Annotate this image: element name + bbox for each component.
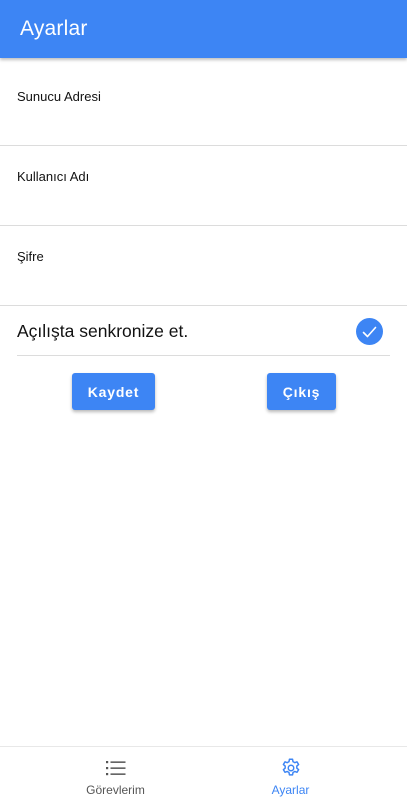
nav-label-settings: Ayarlar (271, 783, 310, 797)
page-title: Ayarlar (20, 17, 88, 40)
exit-button[interactable]: Çıkış (267, 373, 336, 410)
password-input[interactable] (17, 266, 389, 296)
nav-item-settings[interactable]: Ayarlar (189, 747, 392, 800)
password-field[interactable]: Şifre (0, 226, 407, 306)
nav-label-tasks: Görevlerim (86, 783, 145, 797)
username-input[interactable] (17, 186, 389, 216)
list-icon (105, 757, 127, 779)
server-address-field[interactable]: Sunucu Adresi (0, 66, 407, 146)
save-button[interactable]: Kaydet (72, 373, 155, 410)
app-bar: Ayarlar (0, 0, 407, 58)
bottom-navigation: Görevlerim Ayarlar (0, 746, 407, 800)
server-address-label: Sunucu Adresi (17, 89, 101, 104)
nav-item-tasks[interactable]: Görevlerim (14, 747, 217, 800)
password-label: Şifre (17, 249, 44, 264)
checkmark-icon (362, 326, 377, 337)
settings-screen: Ayarlar Sunucu Adresi Kullanıcı Adı Şifr… (0, 0, 407, 800)
sync-on-startup-checkbox[interactable] (356, 318, 383, 345)
server-address-input[interactable] (17, 106, 389, 136)
sync-on-startup-label: Açılışta senkronize et. (17, 321, 189, 341)
gear-icon (280, 757, 302, 779)
sync-on-startup-row[interactable]: Açılışta senkronize et. (0, 306, 407, 356)
username-field[interactable]: Kullanıcı Adı (0, 146, 407, 226)
username-label: Kullanıcı Adı (17, 169, 90, 184)
divider (17, 355, 390, 356)
